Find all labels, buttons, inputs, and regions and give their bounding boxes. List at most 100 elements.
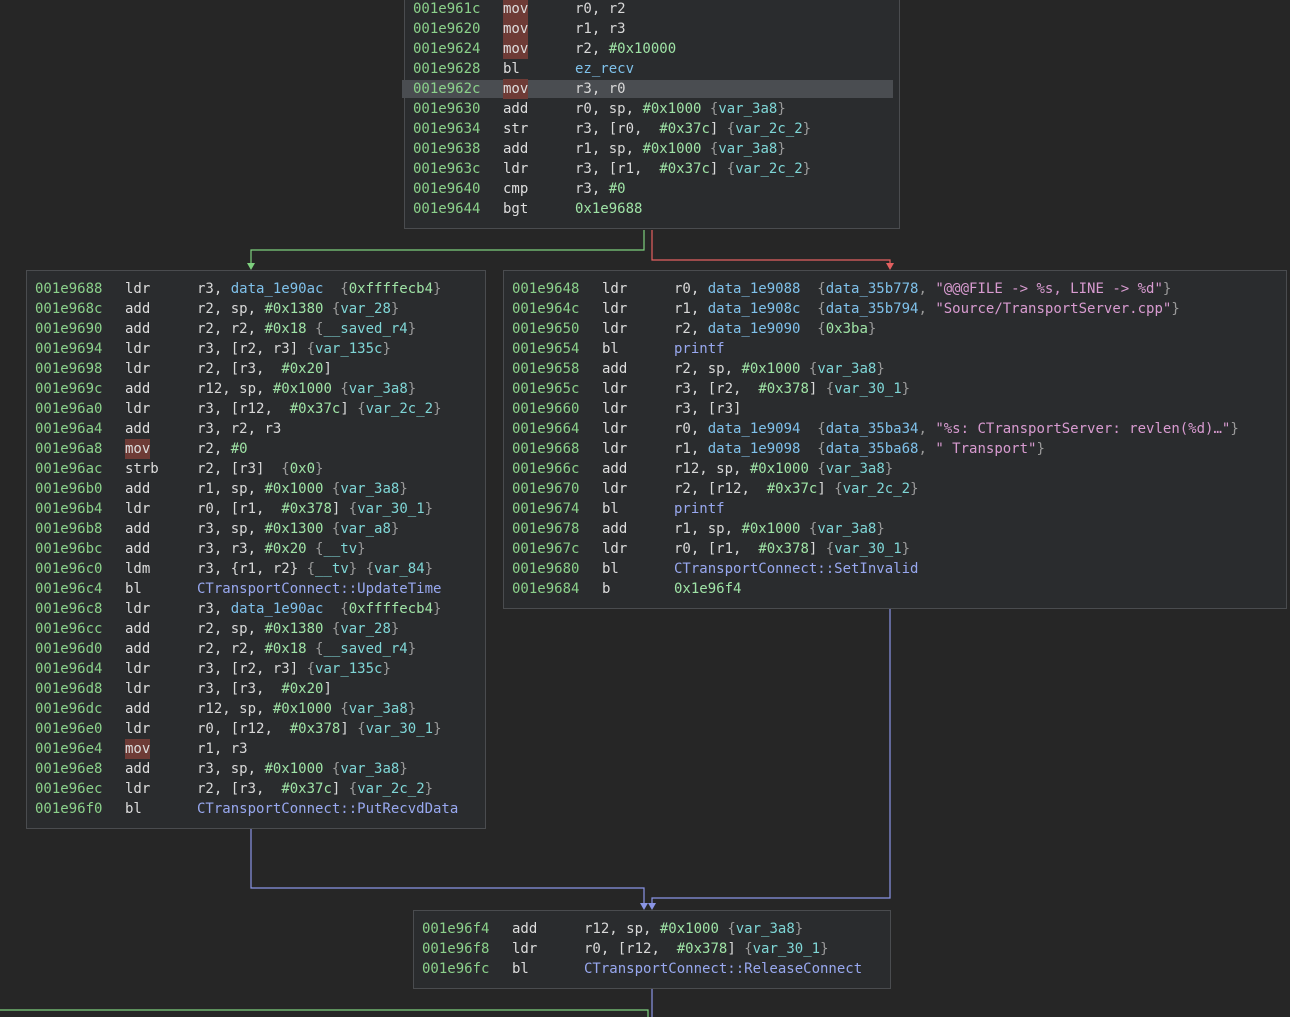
instruction-mnemonic[interactable]: add (125, 639, 150, 659)
instruction-line[interactable]: 001e96cc add r2, sp, #0x1380 {var_28} (27, 619, 485, 639)
instruction-address[interactable]: 001e96d0 (35, 639, 102, 659)
instruction-line[interactable]: 001e9640 cmp r3, #0 (405, 179, 899, 199)
register[interactable]: r3 (716, 401, 733, 417)
instruction-mnemonic[interactable]: ldr (125, 359, 150, 379)
variable-annotation[interactable]: var_30_1 (753, 941, 820, 957)
instruction-line[interactable]: 001e9690 add r2, r2, #0x18 {__saved_r4} (27, 319, 485, 339)
instruction-mnemonic[interactable]: ldr (602, 379, 627, 399)
instruction-mnemonic[interactable]: ldr (125, 399, 150, 419)
symbol-ref[interactable]: data_1e908c (708, 301, 801, 317)
register[interactable]: r2 (716, 381, 733, 397)
register[interactable]: r12 (716, 481, 741, 497)
register[interactable]: r0 (674, 541, 691, 557)
instruction-mnemonic[interactable]: add (125, 699, 150, 719)
instruction-line[interactable]: 001e96bc add r3, r3, #0x20 {__tv} (27, 539, 485, 559)
register[interactable]: r3 (239, 361, 256, 377)
variable-annotation[interactable]: var_3a8 (736, 921, 795, 937)
register[interactable]: r3 (239, 781, 256, 797)
register[interactable]: sp (609, 141, 626, 157)
instruction-line[interactable]: 001e967c ldr r0, [r1, #0x378] {var_30_1} (504, 539, 1286, 559)
register[interactable]: r1 (716, 541, 733, 557)
variable-annotation[interactable]: var_2c_2 (843, 481, 910, 497)
instruction-line[interactable]: 001e9654 bl printf (504, 339, 1286, 359)
register[interactable]: r2 (197, 301, 214, 317)
instruction-line[interactable]: 001e9668 ldr r1, data_1e9098 {data_35ba68,… (504, 439, 1286, 459)
register[interactable]: r3 (197, 541, 214, 557)
instruction-line[interactable]: 001e96c0 ldm r3, {r1, r2} {__tv} {var_84} (27, 559, 485, 579)
register[interactable]: r2 (239, 661, 256, 677)
register[interactable]: r3 (575, 161, 592, 177)
instruction-mnemonic[interactable]: ldr (602, 539, 627, 559)
instruction-line[interactable]: 001e965c ldr r3, [r2, #0x378] {var_30_1} (504, 379, 1286, 399)
variable-annotation[interactable]: var_3a8 (340, 761, 399, 777)
instruction-mnemonic[interactable]: ldr (602, 479, 627, 499)
instruction-mnemonic[interactable]: ldr (602, 279, 627, 299)
instruction-line[interactable]: 001e96b0 add r1, sp, #0x1000 {var_3a8} (27, 479, 485, 499)
instruction-line[interactable]: 001e96ec ldr r2, [r3, #0x37c] {var_2c_2} (27, 779, 485, 799)
instruction-mnemonic[interactable]: ldr (602, 399, 627, 419)
register[interactable]: r3 (575, 121, 592, 137)
instruction-address[interactable]: 001e9670 (512, 479, 579, 499)
instruction-mnemonic[interactable]: bl (503, 59, 520, 79)
instruction-address[interactable]: 001e9624 (413, 39, 480, 59)
instruction-mnemonic[interactable]: ldr (125, 599, 150, 619)
basic-block-001e96f4[interactable]: 001e96f4 add r12, sp, #0x1000 {var_3a8} 001… (413, 910, 891, 989)
instruction-mnemonic[interactable]: mov (503, 19, 529, 39)
instruction-line[interactable]: 001e96a8 mov r2, #0 (27, 439, 485, 459)
instruction-line[interactable]: 001e96e8 add r3, sp, #0x1000 {var_3a8} (27, 759, 485, 779)
register[interactable]: r2 (609, 1, 626, 17)
instruction-address[interactable]: 001e963c (413, 159, 480, 179)
variable-annotation[interactable]: var_3a8 (349, 701, 408, 717)
instruction-mnemonic[interactable]: ldr (503, 159, 528, 179)
register[interactable]: sp (231, 521, 248, 537)
register[interactable]: r0 (197, 721, 214, 737)
instruction-address[interactable]: 001e96ec (35, 779, 102, 799)
instruction-address[interactable]: 001e9644 (413, 199, 480, 219)
register[interactable]: sp (609, 101, 626, 117)
variable-annotation[interactable]: var_a8 (340, 521, 391, 537)
register[interactable]: r3 (231, 741, 248, 757)
instruction-mnemonic[interactable]: mov (125, 439, 151, 459)
register[interactable]: r3 (197, 421, 214, 437)
register[interactable]: r1 (674, 301, 691, 317)
register[interactable]: r2 (197, 441, 214, 457)
symbol-ref[interactable]: data_1e90ac (231, 281, 324, 297)
basic-block-001e9688[interactable]: 001e9688 ldr r3, data_1e90ac {0xffffecb4} 0… (26, 270, 486, 829)
instruction-mnemonic[interactable]: bl (125, 799, 142, 819)
register[interactable]: r2 (197, 321, 214, 337)
instruction-address[interactable]: 001e962c (413, 79, 480, 99)
instruction-line[interactable]: 001e96c4 bl CTransportConnect::UpdateTime (27, 579, 485, 599)
instruction-line[interactable]: 001e96e4 mov r1, r3 (27, 739, 485, 759)
function-ref[interactable]: printf (674, 341, 725, 357)
instruction-mnemonic[interactable]: add (602, 459, 627, 479)
instruction-line[interactable]: 001e96b8 add r3, sp, #0x1300 {var_a8} (27, 519, 485, 539)
function-ref[interactable]: CTransportConnect::SetInvalid (674, 561, 918, 577)
instruction-mnemonic[interactable]: ldr (602, 299, 627, 319)
instruction-mnemonic[interactable]: ldr (512, 939, 537, 959)
register[interactable]: r3 (273, 661, 290, 677)
instruction-address[interactable]: 001e9640 (413, 179, 480, 199)
register[interactable]: sp (239, 381, 256, 397)
variable-annotation[interactable]: __tv (323, 541, 357, 557)
instruction-address[interactable]: 001e96a8 (35, 439, 102, 459)
register[interactable]: r1 (239, 561, 256, 577)
instruction-mnemonic[interactable]: b (602, 579, 610, 599)
symbol-ref[interactable]: ez_recv (575, 61, 634, 77)
register[interactable]: r12 (584, 921, 609, 937)
instruction-mnemonic[interactable]: ldr (602, 419, 627, 439)
instruction-address[interactable]: 001e96d4 (35, 659, 102, 679)
instruction-line[interactable]: 001e96c8 ldr r3, data_1e90ac {0xffffecb4} (27, 599, 485, 619)
control-flow-graph[interactable]: 001e961c mov r0, r2 001e9620 mov r1, r3 001e96… (0, 0, 1290, 1017)
register[interactable]: sp (239, 701, 256, 717)
instruction-address[interactable]: 001e9620 (413, 19, 480, 39)
instruction-mnemonic[interactable]: bl (602, 499, 619, 519)
register[interactable]: r3 (197, 561, 214, 577)
variable-annotation[interactable]: var_3a8 (718, 101, 777, 117)
variable-annotation[interactable]: __saved_r4 (323, 641, 407, 657)
function-ref[interactable]: CTransportConnect::UpdateTime (197, 581, 441, 597)
instruction-line[interactable]: 001e9664 ldr r0, data_1e9094 {data_35ba34,… (504, 419, 1286, 439)
variable-annotation[interactable]: var_28 (340, 621, 391, 637)
instruction-address[interactable]: 001e96fc (422, 959, 489, 979)
symbol-ref[interactable]: data_35b794 (826, 301, 919, 317)
instruction-line[interactable]: 001e9680 bl CTransportConnect::SetInvalid (504, 559, 1286, 579)
